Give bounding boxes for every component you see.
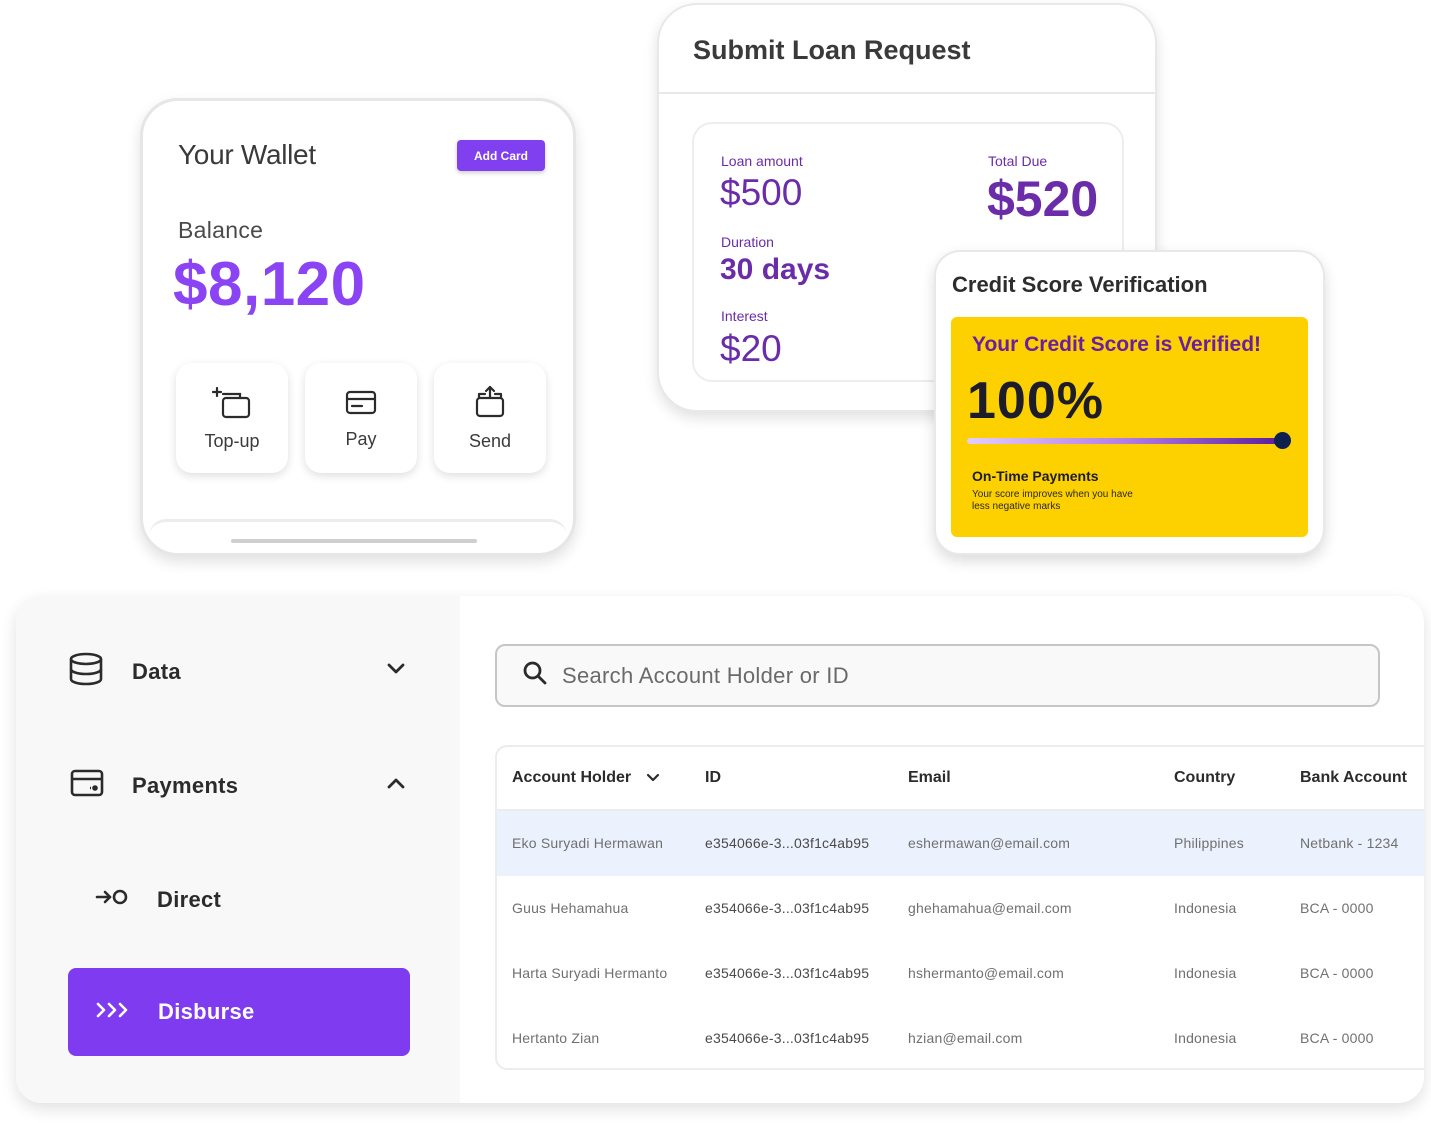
wallet-send-icon [473,385,507,419]
table-row[interactable]: Eko Suryadi Hermawan e354066e-3...03f1c4… [497,811,1424,876]
cell-bank-account: BCA - 0000 [1300,965,1374,981]
sidebar-item-direct[interactable]: Direct [95,886,221,913]
credit-title: Credit Score Verification [952,272,1208,297]
cell-id: e354066e-3...03f1c4ab95 [705,835,870,851]
cell-id: e354066e-3...03f1c4ab95 [705,900,870,916]
credit-progress-knob [1274,432,1291,449]
loan-divider [659,92,1155,94]
cell-bank-account: Netbank - 1234 [1300,835,1399,851]
credit-score-box: Your Credit Score is Verified! 100% On-T… [951,317,1308,537]
add-card-button[interactable]: Add Card [457,140,545,171]
search-input[interactable] [562,662,1342,689]
sidebar-item-payments[interactable]: Payments [70,768,238,803]
send-button[interactable]: Send [434,363,546,473]
topup-label: Top-up [204,430,260,451]
credit-progress-track [967,438,1283,444]
sidebar-item-disburse[interactable]: Disburse [68,968,410,1056]
chevron-up-icon[interactable] [386,776,406,797]
payment-card-icon [70,768,104,803]
sidebar-label-data: Data [132,658,181,684]
cell-bank-account: BCA - 0000 [1300,900,1374,916]
cell-country: Indonesia [1174,965,1237,981]
pay-button[interactable]: Pay [305,363,417,473]
triple-chevron-icon [95,1001,131,1024]
loan-amount-value: $500 [720,172,803,213]
col-country[interactable]: Country [1174,769,1235,787]
sidebar-item-data[interactable]: Data [68,652,181,691]
total-due-label: Total Due [988,153,1048,169]
database-icon [68,652,104,691]
chevron-down-icon[interactable] [386,660,406,681]
topup-button[interactable]: Top-up [176,363,288,473]
balance-value: $8,120 [173,250,366,319]
table-header: Account Holder ID Email Country Bank Acc… [497,747,1424,811]
table-row[interactable]: Harta Suryadi Hermanto e354066e-3...03f1… [497,941,1424,1006]
home-indicator [231,539,477,543]
cell-country: Indonesia [1174,900,1237,916]
send-label: Send [468,430,512,451]
wallet-bottom-sheet [149,519,567,553]
table-row[interactable]: Hertanto Zian e354066e-3...03f1c4ab95 hz… [497,1006,1424,1071]
total-due-value: $520 [987,171,1099,227]
cell-bank-account: BCA - 0000 [1300,1030,1374,1046]
cell-account-holder: Harta Suryadi Hermanto [512,965,668,981]
cell-account-holder: Eko Suryadi Hermawan [512,835,664,851]
search-icon [522,660,548,691]
credit-percent: 100% [967,372,1104,430]
accounts-table: Account Holder ID Email Country Bank Acc… [495,745,1424,1070]
cell-id: e354066e-3...03f1c4ab95 [705,1030,870,1046]
sort-chevron-icon[interactable] [646,771,660,789]
cell-email: hzian@email.com [908,1030,1023,1046]
sidebar: Data Payments Direct Disburse [16,596,460,1103]
loan-title: Submit Loan Request [693,35,971,65]
dashboard-panel: Data Payments Direct Disburse Search Acc… [16,596,1424,1103]
cell-country: Indonesia [1174,1030,1237,1046]
duration-label: Duration [721,234,774,250]
sidebar-label-disburse: Disburse [158,999,255,1024]
wallet-title: Your Wallet [178,139,316,170]
col-bank-account[interactable]: Bank Account [1300,769,1407,787]
table-row[interactable]: Guus Hehamahua e354066e-3...03f1c4ab95 g… [497,876,1424,941]
balance-label: Balance [178,217,264,243]
search-bar [495,644,1380,707]
ontime-subtitle: Your score improves when you have less n… [972,489,1133,512]
wallet-plus-icon [212,385,252,419]
sidebar-label-payments: Payments [132,772,239,798]
duration-value: 30 days [720,253,831,286]
card-icon [344,387,378,417]
verified-heading: Your Credit Score is Verified! [972,333,1262,356]
col-email[interactable]: Email [908,769,951,787]
sidebar-label-direct: Direct [157,886,222,912]
cell-account-holder: Guus Hehamahua [512,900,629,916]
loan-amount-label: Loan amount [721,153,803,169]
cell-country: Philippines [1174,835,1244,851]
arrow-to-circle-icon [95,886,129,913]
wallet-card: Your Wallet Add Card Balance $8,120 Top-… [140,98,576,556]
col-id[interactable]: ID [705,769,721,787]
credit-score-card: Credit Score Verification Your Credit Sc… [934,250,1325,555]
cell-email: ghehamahua@email.com [908,900,1072,916]
ontime-title: On-Time Payments [972,468,1099,484]
cell-email: hshermanto@email.com [908,965,1064,981]
cell-id: e354066e-3...03f1c4ab95 [705,965,870,981]
interest-value: $20 [720,328,782,369]
wallet-actions: Top-up Pay Send [176,363,546,473]
interest-label: Interest [721,308,768,324]
cell-account-holder: Hertanto Zian [512,1030,600,1046]
col-account-holder[interactable]: Account Holder [512,769,631,787]
cell-email: eshermawan@email.com [908,835,1071,851]
pay-label: Pay [345,428,377,449]
